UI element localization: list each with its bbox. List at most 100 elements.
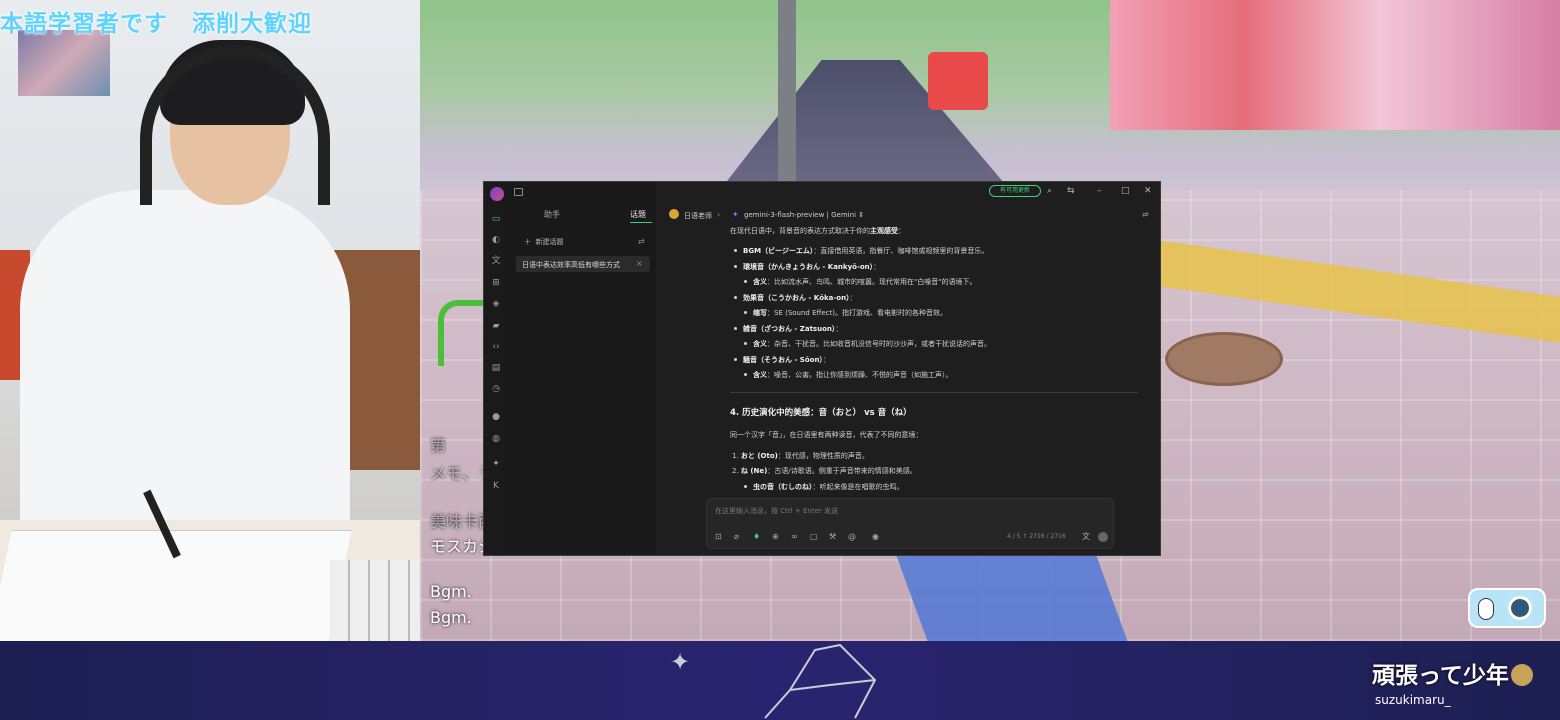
subtitle-line: 第 [430, 436, 447, 455]
numbered-item: 2. ね (Ne)：古语/诗歌语。侧重于声音带来的情感和美感。 [732, 467, 917, 475]
sub-list-item: 含义：噪音、公害。指让你感到烦躁、不悦的声音（如施工声）。 [744, 370, 953, 380]
minimize-icon[interactable]: – [1097, 186, 1102, 196]
divider [730, 392, 1138, 393]
section-heading: 4. 历史演化中的美感：音（おと） vs 音（ね） [730, 408, 912, 418]
text: ： [849, 294, 857, 302]
manhole-cover [1165, 332, 1283, 386]
notes-icon[interactable]: ▤ [490, 362, 502, 374]
keyboard [330, 560, 420, 641]
bulb-icon[interactable]: ♦ [753, 532, 760, 542]
maximize-icon[interactable]: □ [1121, 186, 1130, 196]
token-count: 4 / 5 ↑ 2716 / 2716 [1007, 533, 1066, 540]
list-item: BGM（ビージーエム）：直接借用英语，指餐厅、咖啡馆或视频里的背景音乐。 [734, 246, 988, 256]
update-available-badge[interactable]: 有可用更新 [989, 185, 1041, 197]
sort-icon[interactable]: ⇄ [638, 237, 645, 246]
constellation-icon [764, 643, 877, 719]
stream-title: 本語学習者です 添削大歓迎 [0, 11, 312, 37]
link-icon[interactable]: ∞ [791, 532, 798, 542]
term: 環境音（かんきょうおん - Kankyō-on） [743, 263, 874, 271]
streamer-handle: suzukimaru_ [1375, 693, 1451, 707]
model-label: gemini-3-flash-preview | Gemini [744, 211, 856, 219]
attach-icon[interactable]: ⌀ [734, 532, 739, 542]
folder-icon[interactable]: ▰ [490, 320, 502, 332]
camera-icon [1508, 596, 1532, 620]
translate-icon[interactable]: 文 [490, 255, 502, 267]
close-icon[interactable]: ✕ [1144, 186, 1152, 196]
new-chat-icon[interactable]: ⊡ [715, 532, 722, 542]
send-button[interactable] [1098, 532, 1108, 542]
term: おと (Oto) [740, 452, 778, 460]
knowledge-icon[interactable]: ◈ [490, 298, 502, 310]
more-icon[interactable]: ◉ [872, 532, 879, 542]
term: 虫の音（むしのね） [753, 483, 813, 491]
text: ：SE (Sound Effect)。指打游戏、看电影时的各种音效。 [767, 309, 947, 317]
clipboard-icon[interactable]: ▢ [810, 532, 818, 542]
sparkle-icon[interactable]: ✦ [490, 458, 502, 470]
text: ：杂音、干扰音。比如收音机没信号时的沙沙声，或者干扰说话的声音。 [767, 340, 991, 348]
clock-icon[interactable]: ◷ [490, 383, 502, 395]
wall-poster [18, 30, 110, 96]
list-item: 環境音（かんきょうおん - Kankyō-on）： [734, 262, 880, 272]
numbered-item: 1. おと (Oto)：现代感，物理性质的声音。 [732, 452, 869, 460]
sub-list-item: 含义：杂音、干扰音。比如收音机没信号时的沙沙声，或者干扰说话的声音。 [744, 339, 991, 349]
gemini-icon: ✦ [732, 210, 739, 219]
list-item: 効果音（こうかおん - Kōka-on）： [734, 293, 857, 303]
settings-icon[interactable]: ⇌ [1142, 210, 1149, 219]
globe-icon[interactable]: ⊕ [772, 532, 779, 542]
code-icon[interactable]: ‹› [490, 341, 502, 353]
chevron-right-icon: › [717, 210, 721, 219]
street-pole [778, 0, 796, 190]
sidebar-toggle-icon[interactable] [514, 188, 523, 196]
text: 在现代日语中，背景音的表达方式取决于你的 [730, 227, 870, 235]
message-input[interactable]: 在这里输入消息，按 Ctrl + Enter 发送 [715, 506, 838, 516]
text: ： [873, 263, 881, 271]
term: 含义 [753, 371, 767, 379]
chat-icon[interactable]: ▭ [490, 213, 502, 225]
active-tab-indicator [630, 222, 652, 223]
search-icon[interactable]: ⌕ [1047, 186, 1052, 196]
k-icon[interactable]: K [490, 480, 502, 492]
term: ね (Ne) [740, 467, 768, 475]
globe-icon[interactable]: ◍ [490, 433, 502, 445]
new-topic-button[interactable]: ＋ 新建话题 [524, 237, 563, 247]
bullet [734, 265, 737, 268]
webcam-feed [0, 0, 420, 641]
assistant-name[interactable]: 日语老师 [684, 211, 712, 221]
slogan-text: 頑張って少年 [1372, 663, 1509, 689]
model-selector[interactable]: gemini-3-flash-preview | Gemini ⇕ [744, 211, 864, 219]
star-icon: ✦ [670, 648, 691, 676]
bullet [744, 485, 747, 488]
text: ：直接借用英语，指餐厅、咖啡馆或视频里的背景音乐。 [813, 247, 989, 255]
text: ：听起来像是在唱歌的虫鸣。 [812, 483, 904, 491]
at-icon[interactable]: @ [848, 532, 856, 542]
term: 雑音（ざつおん - Zatsuon） [743, 325, 836, 333]
tool-icon[interactable]: ⚒ [829, 532, 836, 542]
subtitle-line: Bgm. [430, 608, 472, 627]
planet-icon[interactable]: ● [490, 411, 502, 423]
text: ： [822, 356, 830, 364]
bullet [734, 249, 737, 252]
topic-list-item[interactable]: 日语中表达效率高低有哪些方式 × [516, 256, 650, 272]
term: BGM（ビージーエム） [743, 247, 814, 255]
palette-icon[interactable]: ◐ [490, 234, 502, 246]
paragraph: 在现代日语中，背景音的表达方式取决于你的主观感受： [730, 226, 905, 236]
layout-icon[interactable]: ⇆ [1067, 186, 1075, 196]
message-input-box[interactable]: 在这里输入消息，按 Ctrl + Enter 发送 ⊡ ⌀ ♦ ⊕ ∞ ▢ ⚒ … [706, 498, 1114, 549]
text: ：古语/诗歌语。侧重于声音带来的情感和美感。 [767, 467, 917, 475]
close-icon[interactable]: × [636, 259, 643, 268]
text: ： [835, 325, 843, 333]
apps-icon[interactable]: ⊞ [490, 277, 502, 289]
translate-icon[interactable]: 文 [1082, 532, 1090, 542]
player-shadow [892, 545, 1128, 641]
paragraph: 同一个汉字「音」，在日语里有两种读音，代表了不同的意境： [730, 431, 923, 439]
tab-assistant[interactable]: 助手 [522, 209, 582, 220]
text: ：比如流水声、鸟鸣、城市的喧嚣。现代常用在"白噪音"的语境下。 [767, 278, 977, 286]
sub-list-item: 含义：比如流水声、鸟鸣、城市的喧嚣。现代常用在"白噪音"的语境下。 [744, 277, 976, 287]
screenshot-camera-button[interactable] [1468, 588, 1546, 628]
user-avatar[interactable] [490, 187, 504, 201]
bullet [744, 342, 747, 345]
red-car [928, 52, 988, 110]
text-bold: 主观感受 [870, 227, 898, 235]
topics-panel: 助手 话题 ＋ 新建话题 ⇄ 日语中表达效率高低有哪些方式 × [508, 182, 656, 555]
bullet [734, 296, 737, 299]
